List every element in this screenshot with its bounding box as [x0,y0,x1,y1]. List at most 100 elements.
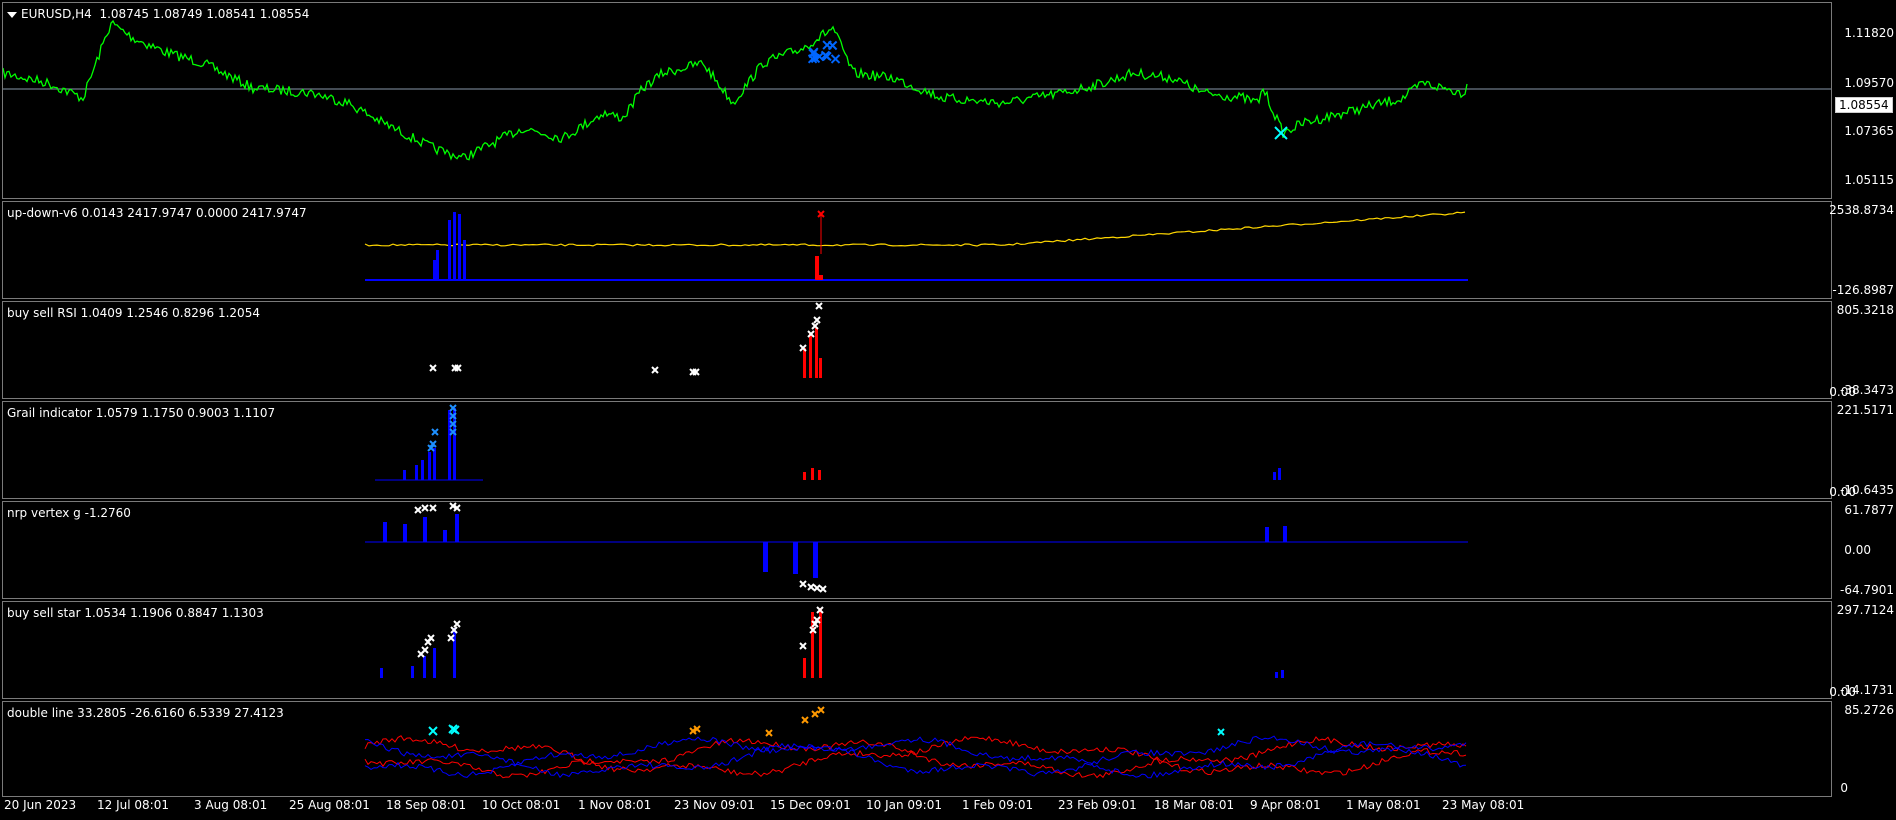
signal-cross-icon [799,642,807,650]
signal-bar [1278,468,1281,480]
date-tick: 25 Aug 08:01 [289,798,370,812]
signal-cross-icon [421,504,429,512]
signal-cross-icon [811,710,819,718]
axis-tick: -14.1731 [1840,683,1894,697]
signal-cross-icon [428,726,438,736]
signal-bar [453,212,456,280]
double-line-pane[interactable]: double line 33.2805 -26.6160 6.5339 27.4… [2,701,1832,797]
signal-cross-icon [801,716,809,724]
grail-indicator-pane[interactable]: Grail indicator 1.0579 1.1750 0.9003 1.1… [2,401,1832,499]
signal-bar [819,275,823,280]
signal-cross-icon [431,428,439,436]
signal-bar [443,530,447,542]
signal-bar [1281,670,1284,678]
signal-cross-icon [817,706,825,714]
signal-bar [411,666,414,678]
signal-bar [433,648,436,678]
signal-bar [423,517,427,542]
nrp-vertex-pane[interactable]: nrp vertex g -1.2760 [2,501,1832,599]
axis-tick: 221.5171 [1836,403,1894,417]
date-tick: 20 Jun 2023 [4,798,77,812]
signal-bar [433,260,436,280]
signal-bar [458,214,461,280]
axis-tick: -10.6435 [1840,483,1894,497]
signal-cross-icon [807,583,815,591]
buy-sell-rsi-pane[interactable]: buy sell RSI 1.0409 1.2546 0.8296 1.2054 [2,301,1832,399]
double-line-axis: 85.2726 0 [1834,701,1896,797]
signal-bar [403,470,406,480]
signal-cross-icon [429,504,437,512]
signal-bar [813,542,818,578]
signal-bar [815,256,819,280]
signal-cross-icon [819,585,827,593]
signal-bar [803,658,806,678]
signal-bar [415,465,418,480]
date-tick: 23 Nov 09:01 [674,798,755,812]
axis-tick: 0 [1840,781,1848,795]
signal-bar [1273,472,1276,480]
signal-cross-icon [421,646,429,654]
signal-cross-icon [815,302,823,310]
grail-indicator-axis: 221.5171 0.00 -10.6435 [1829,401,1896,499]
price-chart-canvas [3,19,1831,161]
price-tick: 1.11820 [1844,26,1894,40]
nrp-vertex-axis: 61.7877 0.00 -64.7901 [1834,501,1896,599]
axis-tick: 85.2726 [1844,703,1894,717]
price-tick: 1.07365 [1844,124,1894,138]
signal-bar [763,542,768,572]
current-price-marker: 1.08554 [1835,97,1893,113]
buy-sell-star-pane[interactable]: buy sell star 1.0534 1.1906 0.8847 1.130… [2,601,1832,699]
axis-tick: 805.3218 [1836,303,1894,317]
date-tick: 18 Sep 08:01 [386,798,467,812]
signal-bar [383,522,387,542]
signal-bar [436,250,439,280]
signal-cross-icon [429,364,437,372]
signal-bar [380,668,383,678]
signal-cross-icon [827,40,838,51]
signal-bar [815,328,818,378]
up-down-v6-pane[interactable]: up-down-v6 0.0143 2417.9747 0.0000 2417.… [2,201,1832,299]
buy-sell-star-canvas [380,606,1284,678]
date-tick: 23 May 08:01 [1442,798,1525,812]
grail-indicator-canvas [375,404,1281,481]
buy-sell-rsi-canvas [429,302,823,378]
signal-bar [803,348,806,378]
signal-bar [433,448,436,480]
price-tick: 1.05115 [1844,173,1894,187]
signal-bar [1275,672,1278,678]
date-tick: 9 Apr 08:01 [1250,798,1321,812]
axis-tick: 0.00 [1844,543,1871,557]
date-tick: 10 Oct 08:01 [482,798,561,812]
axis-tick: 2538.8734 [1829,203,1894,217]
signal-bar [421,460,424,480]
date-tick: 1 Feb 09:01 [962,798,1034,812]
axis-tick: -38.3473 [1840,383,1894,397]
signal-bar [803,472,806,480]
balance-line [364,211,1466,247]
signal-bar [1283,526,1287,542]
axis-tick: 297.7124 [1836,603,1894,617]
signal-bar [428,452,431,480]
date-tick: 15 Dec 09:01 [770,798,851,812]
date-tick: 1 May 08:01 [1346,798,1421,812]
axis-tick: 61.7877 [1844,503,1894,517]
price-series-line [3,19,1468,161]
signal-cross-icon [799,580,807,588]
signal-cross-icon [651,366,659,374]
date-tick: 23 Feb 09:01 [1058,798,1137,812]
signal-cross-icon [813,584,821,592]
signal-bar [455,514,459,542]
date-tick: 1 Nov 08:01 [578,798,652,812]
up-down-v6-axis: 2538.8734 -126.8987 [1829,201,1896,299]
signal-bar [818,470,821,480]
price-chart-pane[interactable]: EURUSD,H4 1.08745 1.08749 1.08541 1.0855… [2,2,1832,199]
price-tick: 1.09570 [1844,76,1894,90]
signal-cross-icon [830,54,841,64]
signal-bar [809,333,812,378]
up-down-v6-canvas [364,210,1468,281]
axis-tick: -126.8987 [1832,283,1894,297]
buy-sell-star-axis: 297.7124 0.00 -14.1731 [1829,601,1896,699]
double-line-canvas [364,706,1467,779]
signal-bar [811,468,814,480]
signal-bar [448,220,451,280]
